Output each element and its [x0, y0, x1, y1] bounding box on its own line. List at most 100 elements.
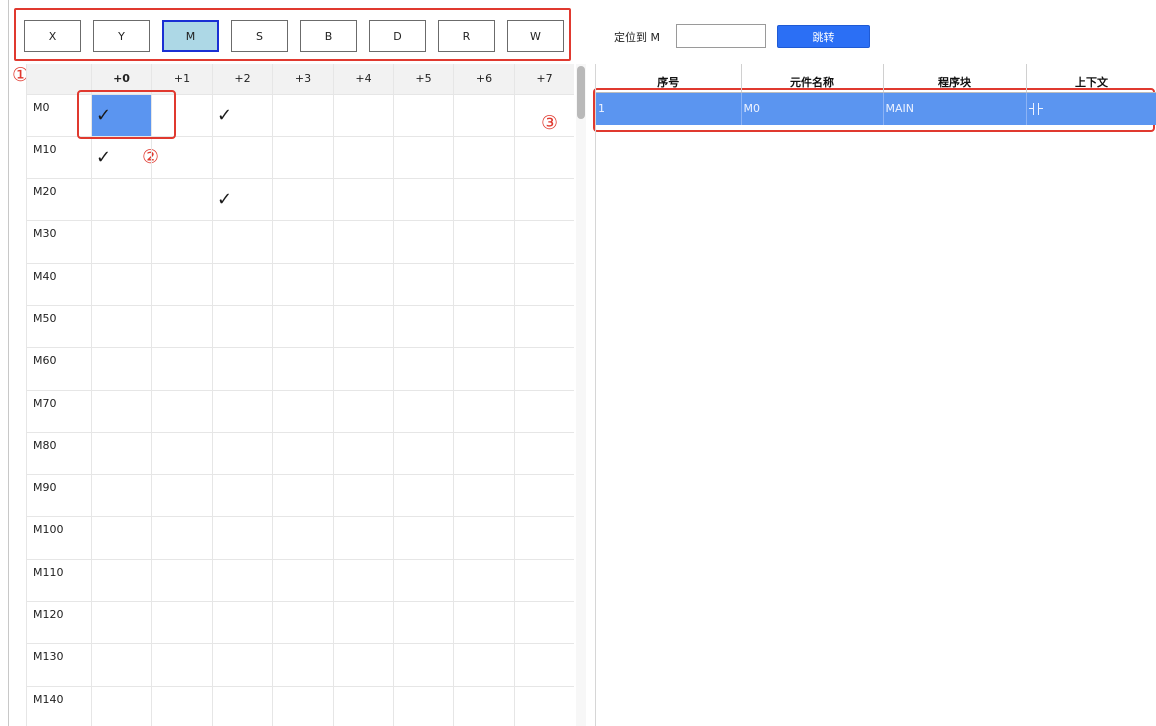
grid-cell[interactable]	[151, 516, 213, 560]
ref-header-context[interactable]: 上下文	[1026, 64, 1156, 93]
grid-cell[interactable]	[393, 558, 454, 603]
grid-cell[interactable]	[91, 431, 152, 476]
grid-cell[interactable]	[514, 558, 574, 603]
grid-cell[interactable]	[272, 474, 334, 518]
grid-cell[interactable]	[272, 685, 334, 726]
grid-scrollbar-track[interactable]	[576, 64, 586, 726]
grid-cell[interactable]	[453, 474, 515, 518]
grid-cell[interactable]	[212, 347, 273, 391]
grid-cell[interactable]	[91, 262, 152, 306]
grid-cell[interactable]	[91, 643, 152, 687]
grid-cell[interactable]	[393, 643, 454, 687]
grid-cell[interactable]: ✓	[212, 93, 273, 137]
grid-cell[interactable]: ✓	[91, 93, 152, 137]
grid-cell[interactable]	[393, 389, 454, 433]
grid-cell[interactable]	[393, 220, 454, 264]
grid-cell[interactable]	[212, 601, 273, 645]
grid-cell[interactable]	[151, 304, 213, 349]
grid-cell[interactable]	[91, 601, 152, 645]
grid-cell[interactable]	[333, 178, 394, 222]
grid-cell[interactable]	[151, 389, 213, 433]
grid-cell[interactable]	[212, 304, 273, 349]
grid-cell[interactable]	[333, 516, 394, 560]
grid-cell[interactable]	[453, 516, 515, 560]
grid-cell[interactable]	[453, 431, 515, 476]
grid-cell[interactable]	[333, 93, 394, 137]
grid-cell[interactable]	[151, 558, 213, 603]
grid-cell[interactable]	[151, 135, 213, 180]
grid-cell[interactable]	[91, 516, 152, 560]
grid-cell[interactable]	[333, 262, 394, 306]
grid-cell[interactable]	[91, 558, 152, 603]
grid-cell[interactable]	[272, 304, 334, 349]
grid-cell[interactable]	[272, 178, 334, 222]
grid-cell[interactable]	[453, 178, 515, 222]
grid-cell[interactable]	[514, 601, 574, 645]
grid-cell[interactable]: ✓	[212, 178, 273, 222]
grid-cell[interactable]	[333, 601, 394, 645]
grid-cell[interactable]	[212, 262, 273, 306]
type-button-m[interactable]: M	[162, 20, 219, 52]
grid-cell[interactable]	[151, 220, 213, 264]
grid-cell[interactable]	[272, 93, 334, 137]
type-button-y[interactable]: Y	[93, 20, 150, 52]
grid-cell[interactable]	[333, 558, 394, 603]
type-button-b[interactable]: B	[300, 20, 357, 52]
grid-cell[interactable]	[393, 516, 454, 560]
grid-cell[interactable]	[453, 262, 515, 306]
grid-cell[interactable]	[151, 93, 213, 137]
grid-cell[interactable]	[453, 93, 515, 137]
grid-cell[interactable]	[151, 643, 213, 687]
grid-cell[interactable]	[91, 304, 152, 349]
grid-cell[interactable]	[453, 643, 515, 687]
grid-cell[interactable]	[151, 431, 213, 476]
grid-cell[interactable]	[212, 516, 273, 560]
grid-cell[interactable]	[333, 431, 394, 476]
grid-cell[interactable]	[514, 474, 574, 518]
grid-cell[interactable]	[91, 474, 152, 518]
grid-cell[interactable]	[212, 558, 273, 603]
grid-cell[interactable]	[453, 220, 515, 264]
grid-cell[interactable]	[272, 220, 334, 264]
grid-cell[interactable]	[272, 347, 334, 391]
grid-cell[interactable]	[151, 347, 213, 391]
grid-cell[interactable]	[212, 685, 273, 726]
grid-cell[interactable]	[393, 685, 454, 726]
grid-cell[interactable]	[272, 601, 334, 645]
grid-cell[interactable]	[453, 601, 515, 645]
grid-cell[interactable]: ✓	[91, 135, 152, 180]
grid-cell[interactable]	[514, 685, 574, 726]
grid-cell[interactable]	[272, 516, 334, 560]
grid-cell[interactable]	[212, 220, 273, 264]
type-button-s[interactable]: S	[231, 20, 288, 52]
ref-header-block[interactable]: 程序块	[883, 64, 1027, 93]
ref-header-index[interactable]: 序号	[596, 64, 742, 93]
grid-cell[interactable]	[272, 389, 334, 433]
grid-cell[interactable]	[514, 93, 574, 137]
grid-cell[interactable]	[333, 220, 394, 264]
grid-cell[interactable]	[272, 135, 334, 180]
grid-cell[interactable]	[212, 135, 273, 180]
locate-input[interactable]	[676, 24, 766, 48]
grid-cell[interactable]	[453, 389, 515, 433]
grid-cell[interactable]	[333, 685, 394, 726]
jump-button[interactable]: 跳转	[777, 25, 870, 48]
grid-cell[interactable]	[514, 516, 574, 560]
grid-cell[interactable]	[514, 262, 574, 306]
grid-cell[interactable]	[453, 685, 515, 726]
grid-cell[interactable]	[212, 643, 273, 687]
grid-cell[interactable]	[272, 643, 334, 687]
type-button-r[interactable]: R	[438, 20, 495, 52]
grid-cell[interactable]	[393, 347, 454, 391]
grid-cell[interactable]	[151, 685, 213, 726]
grid-cell[interactable]	[453, 135, 515, 180]
grid-cell[interactable]	[514, 347, 574, 391]
grid-cell[interactable]	[91, 685, 152, 726]
grid-cell[interactable]	[514, 643, 574, 687]
grid-cell[interactable]	[272, 431, 334, 476]
type-button-x[interactable]: X	[24, 20, 81, 52]
grid-cell[interactable]	[151, 262, 213, 306]
grid-cell[interactable]	[151, 178, 213, 222]
grid-cell[interactable]	[514, 431, 574, 476]
grid-cell[interactable]	[91, 389, 152, 433]
